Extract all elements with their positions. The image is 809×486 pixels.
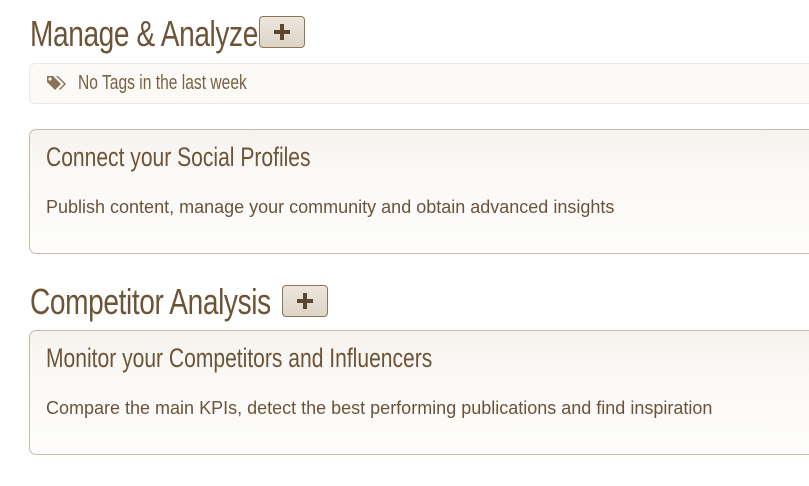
manage-analyze-title: Manage & Analyze <box>30 13 258 54</box>
tags-status-text: No Tags in the last week <box>78 72 247 94</box>
monitor-competitors-card[interactable]: Monitor your Competitors and Influencers… <box>29 330 809 455</box>
plus-icon <box>274 24 290 40</box>
competitor-analysis-title: Competitor Analysis <box>30 281 271 322</box>
connect-social-profiles-card[interactable]: Connect your Social Profiles Publish con… <box>29 129 809 254</box>
tags-icon <box>47 75 66 90</box>
page: Manage & Analyze No Tags in the last wee… <box>0 0 809 486</box>
manage-analyze-add-button[interactable] <box>259 16 305 48</box>
monitor-card-title[interactable]: Monitor your Competitors and Influencers <box>46 343 432 374</box>
connect-card-description: Publish content, manage your community a… <box>46 197 615 217</box>
plus-icon <box>297 293 313 309</box>
connect-card-title[interactable]: Connect your Social Profiles <box>46 142 311 173</box>
monitor-card-description: Compare the main KPIs, detect the best p… <box>46 398 713 418</box>
competitor-analysis-add-button[interactable] <box>282 285 328 317</box>
tags-bar: No Tags in the last week <box>29 63 809 104</box>
